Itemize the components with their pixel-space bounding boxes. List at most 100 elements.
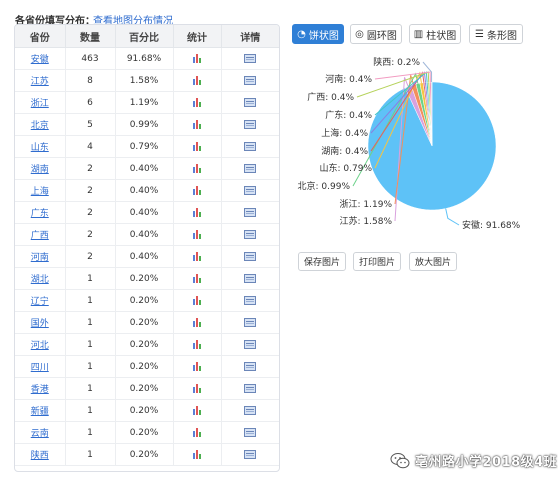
province-link[interactable]: 广西	[15, 223, 66, 246]
details-table-icon[interactable]	[244, 207, 257, 217]
zoom-image-button[interactable]: 放大图片	[409, 252, 457, 271]
province-link[interactable]: 新疆	[15, 399, 66, 422]
details-table-icon[interactable]	[244, 251, 257, 261]
tab-donut-chart[interactable]: ◎ 圆环图	[350, 24, 402, 44]
pie-slice-10[interactable]	[430, 81, 433, 147]
percent-cell: 0.79%	[115, 135, 174, 158]
pie-slice-9[interactable]	[429, 81, 433, 147]
details-cell	[221, 113, 279, 136]
stats-bar-icon[interactable]	[192, 339, 203, 350]
details-table-icon[interactable]	[244, 273, 257, 283]
stats-bar-icon[interactable]	[192, 427, 203, 438]
details-table-icon[interactable]	[244, 317, 257, 327]
province-link[interactable]: 四川	[15, 355, 66, 378]
pie-slice-8[interactable]	[427, 81, 433, 147]
tab-pie-chart[interactable]: ◔ 饼状图	[292, 24, 344, 44]
province-link[interactable]: 广东	[15, 201, 66, 224]
province-link[interactable]: 北京	[15, 113, 66, 136]
pie-leader-line-2	[394, 74, 415, 205]
details-table-icon[interactable]	[244, 339, 257, 349]
details-table-icon[interactable]	[244, 163, 257, 173]
tab-bar-chart[interactable]: ▥ 柱状图	[409, 24, 461, 44]
stats-bar-icon[interactable]	[192, 449, 203, 460]
pie-slice-2[interactable]	[410, 83, 433, 147]
province-link[interactable]: 上海	[15, 179, 66, 202]
stats-cell	[173, 91, 222, 114]
stats-bar-icon[interactable]	[192, 229, 203, 240]
details-table-icon[interactable]	[244, 361, 257, 371]
count-cell: 463	[65, 47, 116, 70]
count-cell: 1	[65, 421, 116, 444]
stats-bar-icon[interactable]	[192, 317, 203, 328]
stats-bar-icon[interactable]	[192, 251, 203, 262]
province-link[interactable]: 山东	[15, 135, 66, 158]
column-header-count: 数量	[65, 25, 116, 48]
pie-slice-6[interactable]	[424, 81, 433, 147]
pie-slice-4[interactable]	[419, 82, 433, 147]
stats-bar-icon[interactable]	[192, 361, 203, 372]
details-table-icon[interactable]	[244, 295, 257, 305]
stats-cell	[173, 355, 222, 378]
details-table-icon[interactable]	[244, 141, 257, 151]
details-table-icon[interactable]	[244, 75, 257, 85]
details-table-icon[interactable]	[244, 383, 257, 393]
save-image-button[interactable]: 保存图片	[298, 252, 346, 271]
stats-cell	[173, 289, 222, 312]
details-table-icon[interactable]	[244, 405, 257, 415]
details-cell	[221, 245, 279, 268]
province-link[interactable]: 河南	[15, 245, 66, 268]
details-table-icon[interactable]	[244, 53, 257, 63]
stats-cell	[173, 157, 222, 180]
pie-slice-1[interactable]	[404, 85, 433, 147]
stats-bar-icon[interactable]	[192, 163, 203, 174]
details-table-icon[interactable]	[244, 427, 257, 437]
province-link[interactable]: 云南	[15, 421, 66, 444]
count-cell: 1	[65, 399, 116, 422]
stats-cell	[173, 245, 222, 268]
province-link[interactable]: 湖北	[15, 267, 66, 290]
province-link[interactable]: 国外	[15, 311, 66, 334]
details-table-icon[interactable]	[244, 185, 257, 195]
count-cell: 4	[65, 135, 116, 158]
pie-slice-0[interactable]	[367, 81, 497, 211]
pie-slice-3[interactable]	[415, 82, 433, 147]
stats-bar-icon[interactable]	[192, 97, 203, 108]
details-cell	[221, 179, 279, 202]
details-table-icon[interactable]	[244, 97, 257, 107]
table-row: 广东 2 0.40%	[15, 201, 279, 224]
details-table-icon[interactable]	[244, 449, 257, 459]
table-row: 河北 1 0.20%	[15, 333, 279, 356]
province-link[interactable]: 辽宁	[15, 289, 66, 312]
pie-slice-5[interactable]	[422, 82, 433, 147]
province-link[interactable]: 湖南	[15, 157, 66, 180]
count-cell: 1	[65, 355, 116, 378]
print-image-button[interactable]: 打印图片	[353, 252, 401, 271]
stats-bar-icon[interactable]	[192, 119, 203, 130]
province-link[interactable]: 安徽	[15, 47, 66, 70]
province-link[interactable]: 河北	[15, 333, 66, 356]
stats-bar-icon[interactable]	[192, 273, 203, 284]
table-header-row: 省份 数量 百分比 统计 详情	[15, 25, 279, 48]
province-link[interactable]: 浙江	[15, 91, 66, 114]
stats-bar-icon[interactable]	[192, 295, 203, 306]
province-table: 省份 数量 百分比 统计 详情 安徽 463 91.68% 江苏 8 1.58% 浙江 6 1.…	[14, 24, 280, 472]
tab-horizontal-bar-chart[interactable]: ☰ 条形图	[469, 24, 523, 44]
pie-slice-7[interactable]	[426, 81, 433, 147]
province-link[interactable]: 陕西	[15, 443, 66, 466]
stats-bar-icon[interactable]	[192, 141, 203, 152]
stats-bar-icon[interactable]	[192, 53, 203, 64]
column-header-percent: 百分比	[115, 25, 174, 48]
stats-bar-icon[interactable]	[192, 383, 203, 394]
details-table-icon[interactable]	[244, 229, 257, 239]
province-link[interactable]: 香港	[15, 377, 66, 400]
stats-bar-icon[interactable]	[192, 207, 203, 218]
pie-label-0: 安徽: 91.68%	[462, 219, 521, 231]
stats-bar-icon[interactable]	[192, 75, 203, 86]
details-cell	[221, 355, 279, 378]
stats-bar-icon[interactable]	[192, 405, 203, 416]
stats-bar-icon[interactable]	[192, 185, 203, 196]
province-link[interactable]: 江苏	[15, 69, 66, 92]
pie-label-7: 广东: 0.4%	[325, 109, 372, 121]
details-table-icon[interactable]	[244, 119, 257, 129]
pie-leader-line-6	[370, 71, 426, 134]
